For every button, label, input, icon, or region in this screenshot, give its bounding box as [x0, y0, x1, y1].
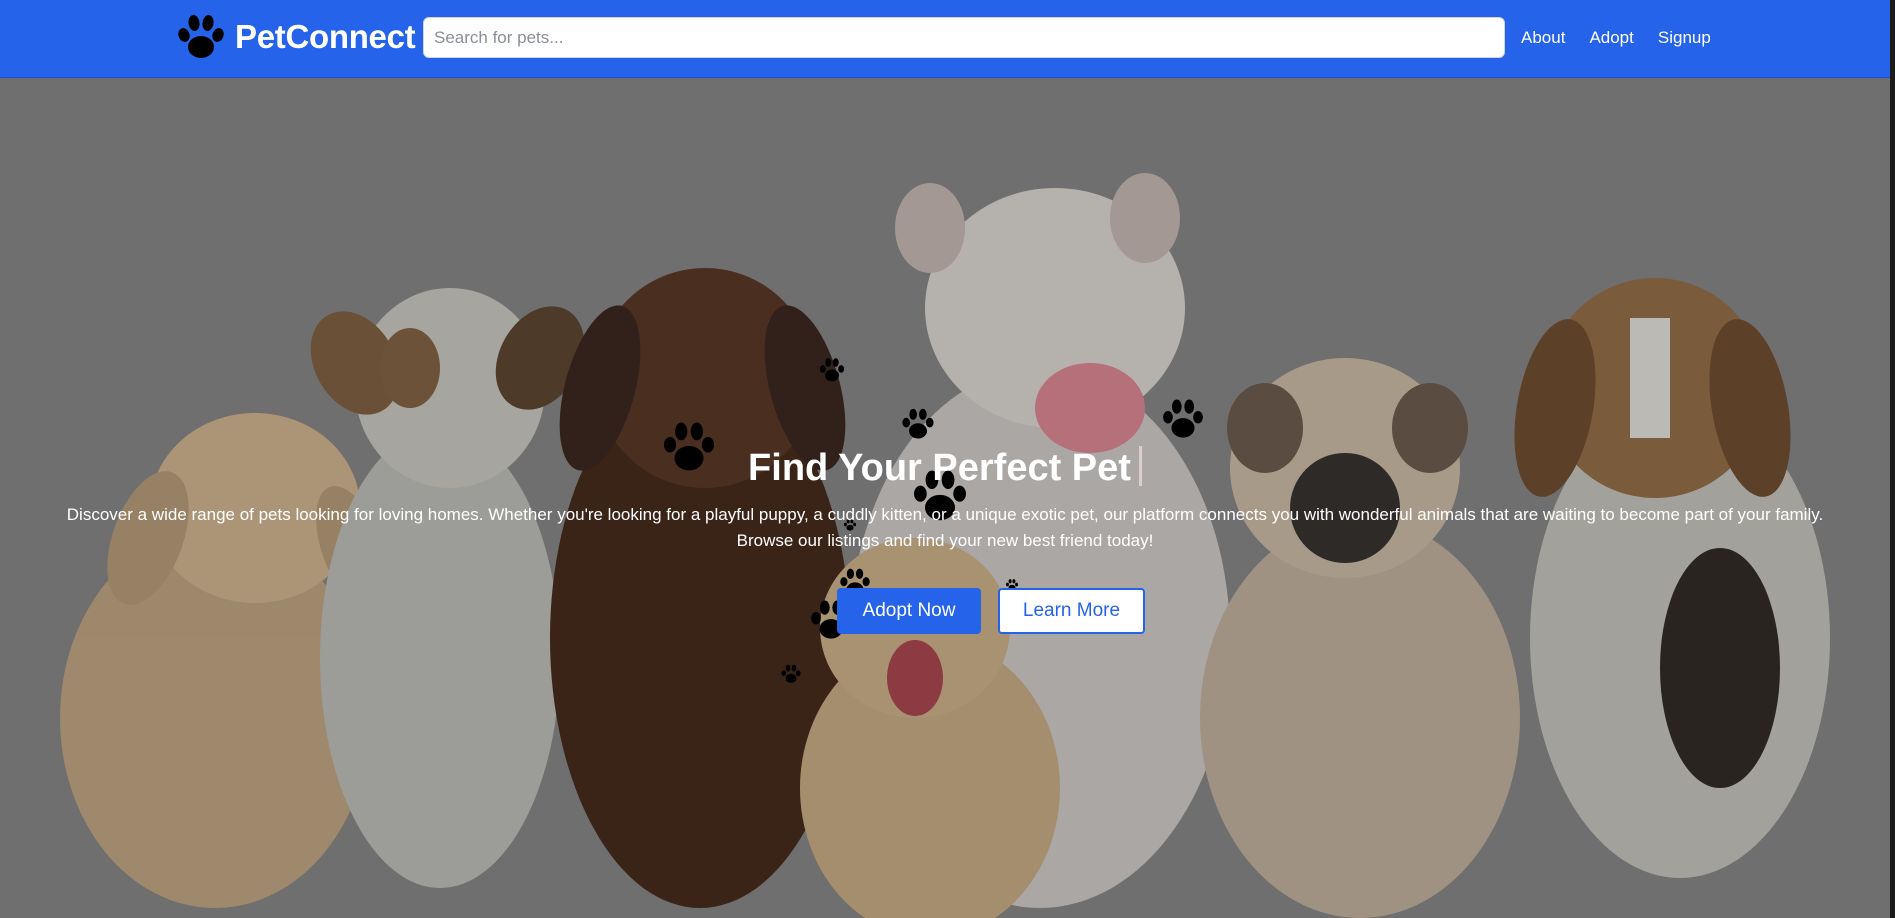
nav-link-signup[interactable]: Signup: [1658, 24, 1711, 51]
nav-link-about[interactable]: About: [1521, 24, 1565, 51]
brand-link[interactable]: PetConnect: [175, 12, 416, 62]
hero-button-row: Adopt Now Learn More: [0, 588, 1890, 634]
paw-print-icon: [902, 408, 934, 439]
paw-print-icon: [781, 664, 801, 683]
hero-section: Find Your Perfect Pet Discover a wide ra…: [0, 78, 1890, 918]
brand-name: PetConnect: [235, 18, 416, 55]
nav-links: About Adopt Signup: [1521, 24, 1735, 51]
nav-link-adopt[interactable]: Adopt: [1589, 24, 1633, 51]
scrollbar[interactable]: [1890, 0, 1895, 918]
learn-more-button[interactable]: Learn More: [998, 588, 1145, 634]
search-input[interactable]: [423, 17, 1505, 58]
hero-description: Discover a wide range of pets looking fo…: [66, 505, 1824, 550]
paw-icon: [178, 15, 224, 58]
hero-title-text: Find Your Perfect Pet: [748, 447, 1131, 489]
paw-print-icon: [1163, 399, 1203, 438]
adopt-now-button[interactable]: Adopt Now: [837, 588, 981, 634]
paw-print-icon: [819, 358, 845, 382]
typing-cursor: [1138, 446, 1142, 486]
navbar: PetConnect About Adopt Signup: [0, 0, 1895, 78]
hero-title: Find Your Perfect Pet: [0, 443, 1890, 493]
